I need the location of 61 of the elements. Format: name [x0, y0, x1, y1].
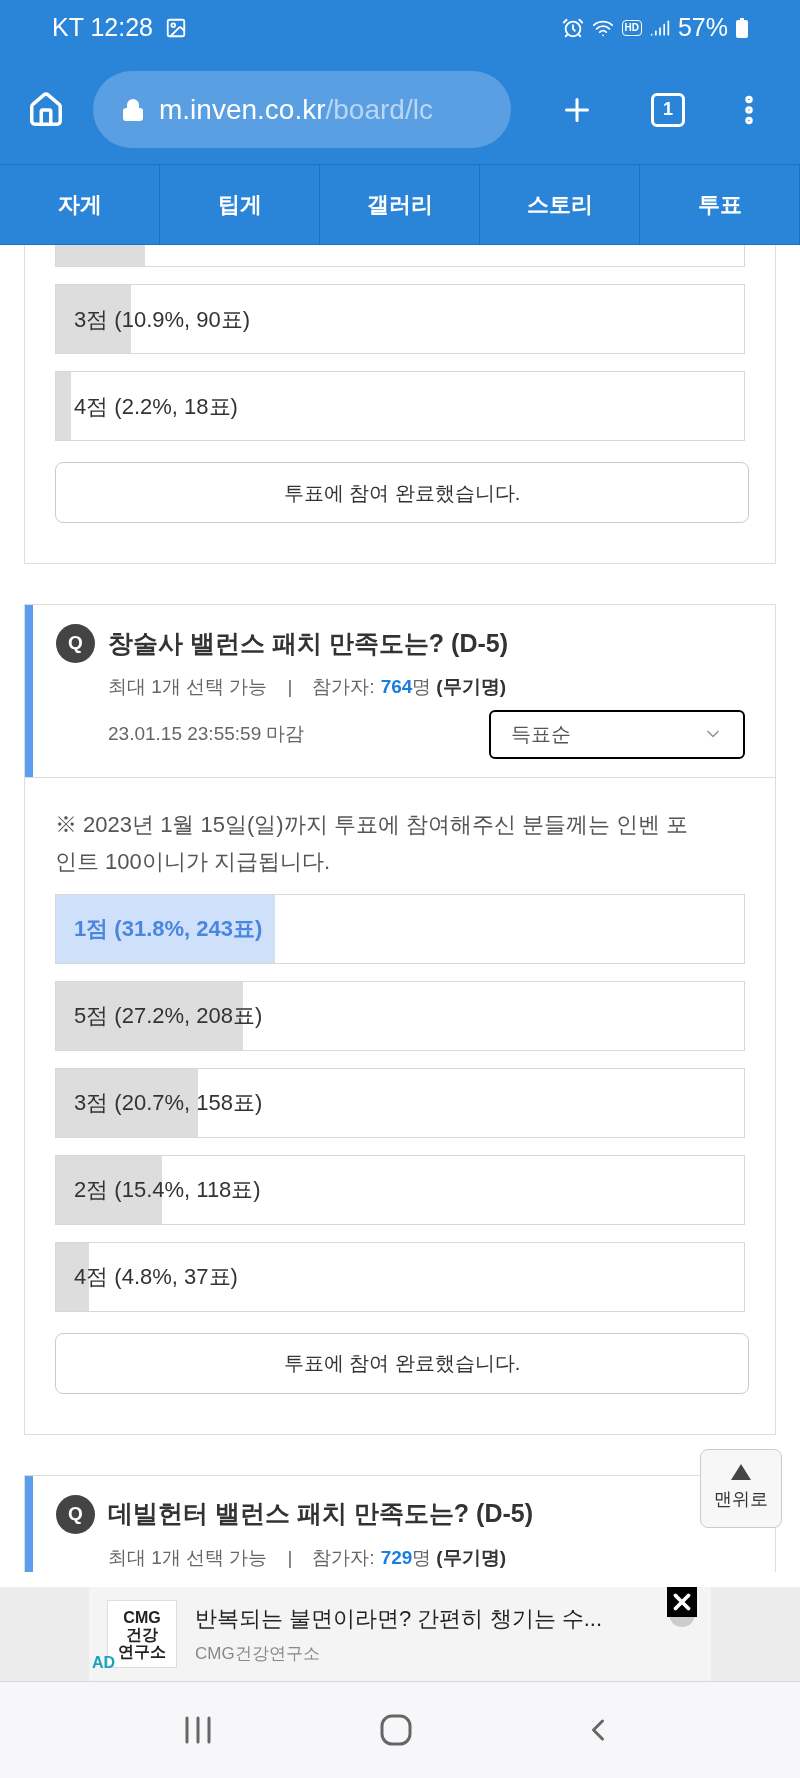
option-label: 4점 (4.8%, 37표)	[73, 1263, 238, 1291]
image-icon	[165, 16, 187, 39]
ad-banner[interactable]: CMG 건강 연구소 AD 반복되는 불면이라면? 간편히 챙기는 수... CMG건강연구소	[0, 1587, 800, 1682]
poll-option[interactable]: 4점 (2.2%, 18표)	[55, 371, 745, 441]
poll-option[interactable]: 5점 (27.2%, 208표)	[55, 980, 745, 1051]
participants-unit: 명	[412, 1545, 432, 1570]
battery-level: 57%	[677, 11, 728, 43]
selection-limit: 최대 1개 선택 가능	[108, 1545, 268, 1570]
selection-limit: 최대 1개 선택 가능	[108, 675, 268, 699]
poll-option[interactable]: 3점 (10.9%, 90표)	[55, 284, 745, 354]
up-triangle-icon	[731, 1464, 751, 1480]
poll-option[interactable]: 3점 (20.7%, 158표)	[55, 1067, 745, 1138]
nav-tab[interactable]: 갤러리	[320, 165, 480, 244]
option-label: 3점 (20.7%, 158표)	[73, 1089, 263, 1117]
participants-unit: 명	[412, 675, 432, 699]
poll-title: 데빌헌터 밸런스 패치 만족도는? (D-5)	[108, 1498, 533, 1530]
option-label: 5점 (27.2%, 208표)	[73, 1002, 263, 1030]
question-badge: Q	[56, 1494, 95, 1534]
anonymous-label: (무기명)	[436, 1545, 506, 1570]
lock-icon	[121, 97, 145, 122]
separator: |	[287, 675, 293, 699]
separator: |	[287, 1545, 293, 1570]
ad-title: 반복되는 불면이라면? 간편히 챙기는 수...	[195, 1604, 603, 1633]
vote-complete-button[interactable]: 투표에 참여 완료했습니다.	[55, 1332, 749, 1394]
participants-label: 참가자:	[312, 1545, 375, 1570]
option-label: 1점 (31.8%, 243표)	[73, 915, 263, 943]
poll-title: 창술사 밸런스 패치 만족도는? (D-5)	[108, 627, 508, 659]
participants-count: 729	[380, 1545, 413, 1570]
vote-complete-button[interactable]: 투표에 참여 완료했습니다.	[55, 462, 749, 523]
option-label: 4점 (2.2%, 18표)	[73, 392, 238, 421]
sort-dropdown[interactable]: 득표순	[489, 709, 745, 759]
home-icon[interactable]	[27, 90, 65, 129]
url-text: m.inven.co.kr/board/lc	[159, 92, 433, 127]
nav-tab[interactable]: 팁게	[160, 165, 320, 244]
participants-count: 764	[380, 675, 413, 699]
poll-option[interactable]: 2점 (15.4%, 118표)	[55, 1154, 745, 1225]
logo-text: 연구소	[118, 1642, 166, 1660]
home-button-icon[interactable]	[380, 1714, 412, 1746]
recent-apps-icon[interactable]	[184, 1715, 212, 1745]
logo-text: 건강	[126, 1625, 158, 1643]
logo-text: CMG	[123, 1608, 161, 1626]
reward-note: ※ 2023년 1월 15일(일)까지 투표에 참여해주신 분들께는 인벤 포인트 100이니가 지급됩니다.	[55, 810, 690, 876]
ad-label: AD	[92, 1653, 116, 1673]
participants-label: 참가자:	[312, 675, 375, 699]
hd-icon: HD	[621, 19, 642, 36]
close-button[interactable]	[667, 1587, 697, 1617]
status-time: KT 12:28	[52, 11, 153, 43]
poll-option[interactable]: 4점 (4.8%, 37표)	[55, 1241, 745, 1312]
nav-tab[interactable]: 자게	[0, 165, 160, 244]
option-label: 2점 (15.4%, 118표)	[73, 1176, 261, 1204]
deadline: 23.01.15 23:55:59 마감	[108, 721, 305, 746]
option-label: 3점 (10.9%, 90표)	[73, 305, 251, 334]
question-badge: Q	[56, 624, 95, 663]
back-to-top-button[interactable]: 맨위로	[700, 1449, 782, 1528]
ad-source: CMG건강연구소	[195, 1642, 321, 1665]
anonymous-label: (무기명)	[436, 675, 506, 699]
alarm-icon	[561, 16, 584, 39]
nav-tab[interactable]: 투표	[640, 165, 800, 244]
nav-tab[interactable]: 스토리	[480, 165, 640, 244]
tab-count-button[interactable]: 1	[651, 92, 685, 127]
battery-icon	[736, 17, 748, 38]
